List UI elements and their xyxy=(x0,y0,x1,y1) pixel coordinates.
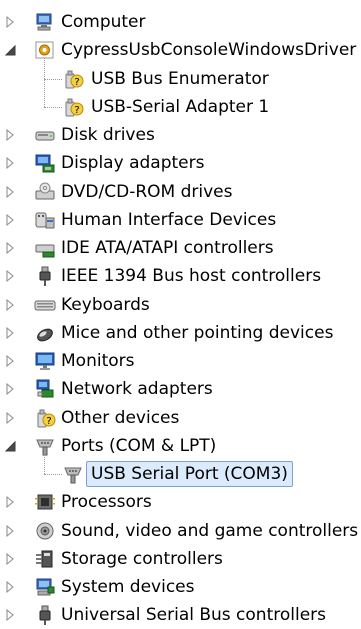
tree-node-label[interactable]: Ports (COM & LPT) xyxy=(61,435,216,457)
tree-node-label[interactable]: Universal Serial Bus controllers xyxy=(61,604,326,626)
tree-node-label[interactable]: Disk drives xyxy=(61,124,155,146)
tree-node-label[interactable]: IDE ATA/ATAPI controllers xyxy=(61,237,274,259)
unknown-device-icon: ? xyxy=(34,407,56,429)
processor-icon xyxy=(34,491,56,513)
collapsed-arrow-icon[interactable] xyxy=(4,496,16,509)
svg-text:?: ? xyxy=(46,416,51,427)
tree-node-label[interactable]: Keyboards xyxy=(61,294,150,316)
tree-connector-line xyxy=(44,58,45,107)
collapsed-arrow-icon[interactable] xyxy=(4,157,16,170)
collapsed-arrow-icon[interactable] xyxy=(4,213,16,226)
keyboard-icon xyxy=(34,294,56,316)
tree-node-label[interactable]: System devices xyxy=(61,576,195,598)
tree-node-label[interactable]: Computer xyxy=(61,11,146,33)
tree-node-label[interactable]: USB Bus Enumerator xyxy=(91,68,269,90)
tree-node-label[interactable]: Processors xyxy=(61,491,152,513)
collapsed-arrow-icon[interactable] xyxy=(4,609,16,622)
display-adapter-icon xyxy=(34,152,56,174)
tree-connector-line xyxy=(44,106,62,108)
device-manager-tree: Computer CypressUsbConsoleWindowsDriver? U… xyxy=(0,0,361,626)
collapsed-arrow-icon[interactable] xyxy=(4,270,16,283)
tree-node-label[interactable]: USB-Serial Adapter 1 xyxy=(91,96,269,118)
tree-node-label[interactable]: Storage controllers xyxy=(61,548,223,570)
tree-node-label[interactable]: IEEE 1394 Bus host controllers xyxy=(61,265,321,287)
collapsed-arrow-icon[interactable] xyxy=(4,355,16,367)
system-devices-icon xyxy=(34,576,56,598)
tree-connector-line xyxy=(44,453,45,474)
collapsed-arrow-icon[interactable] xyxy=(4,298,16,311)
expanded-arrow-icon[interactable] xyxy=(4,440,16,452)
tree-node-label[interactable]: Human Interface Devices xyxy=(61,209,276,231)
dvd-drive-icon xyxy=(34,181,56,203)
collapsed-arrow-icon[interactable] xyxy=(4,129,16,141)
driver-gear-icon xyxy=(34,39,56,61)
tree-node-label[interactable]: Sound, video and game controllers xyxy=(61,520,358,542)
sound-icon xyxy=(34,520,56,542)
tree-node-label[interactable]: CypressUsbConsoleWindowsDriver xyxy=(61,39,356,61)
collapsed-arrow-icon[interactable] xyxy=(4,581,16,593)
expanded-arrow-icon[interactable] xyxy=(4,44,16,56)
collapsed-arrow-icon[interactable] xyxy=(4,326,16,339)
svg-text:?: ? xyxy=(74,77,79,88)
tree-node-label[interactable]: Other devices xyxy=(61,407,179,429)
usb-controller-icon xyxy=(34,604,56,626)
tree-node-label[interactable]: DVD/CD-ROM drives xyxy=(61,181,232,203)
storage-controller-icon xyxy=(34,548,56,570)
network-adapter-icon xyxy=(34,378,56,400)
monitor-icon xyxy=(34,350,56,372)
port-icon xyxy=(34,435,56,457)
unknown-device-icon: ? xyxy=(62,96,84,118)
tree-node-label[interactable]: Network adapters xyxy=(61,378,213,400)
collapsed-arrow-icon[interactable] xyxy=(4,524,16,537)
collapsed-arrow-icon[interactable] xyxy=(4,552,16,565)
collapsed-arrow-icon[interactable] xyxy=(4,383,16,396)
computer-icon xyxy=(34,11,56,33)
ieee1394-icon xyxy=(34,265,56,287)
tree-node-label[interactable]: USB Serial Port (COM3) xyxy=(86,461,293,487)
hid-icon xyxy=(34,209,56,231)
unknown-device-icon: ? xyxy=(62,68,84,90)
collapsed-arrow-icon[interactable] xyxy=(4,242,16,254)
disk-drive-icon xyxy=(34,124,56,146)
tree-connector-line xyxy=(44,78,62,80)
mouse-icon xyxy=(34,322,56,344)
tree-connector-line xyxy=(44,474,62,475)
tree-node-label[interactable]: Monitors xyxy=(61,350,134,372)
tree-node-label[interactable]: Display adapters xyxy=(61,152,204,174)
svg-text:?: ? xyxy=(74,105,79,116)
ide-controller-icon xyxy=(34,237,56,259)
tree-node-label[interactable]: Mice and other pointing devices xyxy=(61,322,333,344)
collapsed-arrow-icon[interactable] xyxy=(4,185,16,198)
port-icon xyxy=(62,463,84,485)
collapsed-arrow-icon[interactable] xyxy=(4,411,16,424)
collapsed-arrow-icon[interactable] xyxy=(4,16,16,28)
